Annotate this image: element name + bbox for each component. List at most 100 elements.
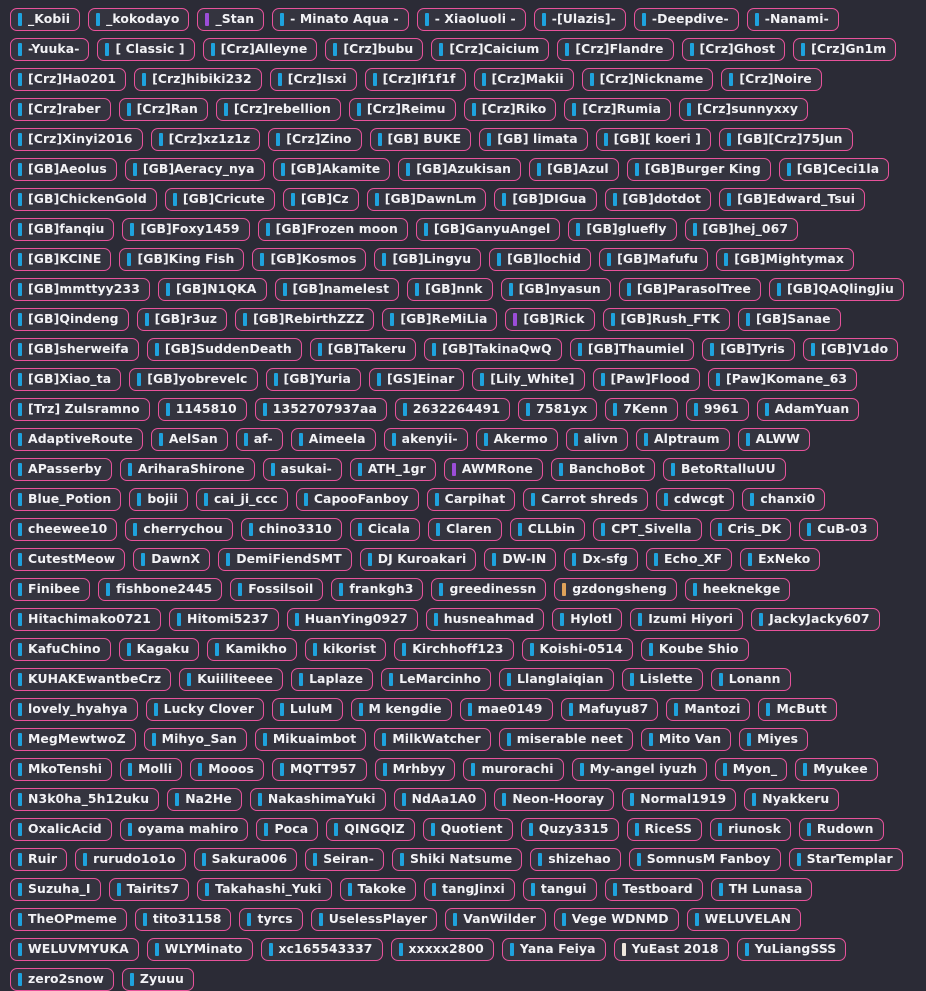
tag-chip[interactable]: [GB]sherweifa (10, 338, 139, 361)
tag-chip[interactable]: shizehao (530, 848, 621, 871)
tag-chip[interactable]: AriharaShirone (119, 458, 255, 481)
tag-chip[interactable]: [Crz]Ghost (681, 38, 786, 61)
tag-chip[interactable]: fishbone2445 (98, 578, 223, 601)
tag-chip[interactable]: gzdongsheng (554, 578, 677, 601)
tag-chip[interactable]: [GB] BUKE (369, 128, 472, 151)
tag-chip[interactable]: [Crz]Noire (721, 68, 822, 91)
tag-chip[interactable]: Quzy3315 (520, 818, 619, 841)
tag-chip[interactable]: Alptraum (635, 428, 730, 451)
tag-chip[interactable]: [Crz]bubu (325, 38, 424, 61)
tag-chip[interactable]: Mooos (190, 758, 264, 781)
tag-chip[interactable]: Koishi-0514 (521, 638, 633, 661)
tag-chip[interactable]: Mafuyu87 (560, 698, 659, 721)
tag-chip[interactable]: McButt (758, 698, 837, 721)
tag-chip[interactable]: riunosk (710, 818, 791, 841)
tag-chip[interactable]: [GB]Rush_FTK (602, 308, 730, 331)
tag-chip[interactable]: alivn (565, 428, 628, 451)
tag-chip[interactable]: [GB]Takeru (309, 338, 417, 361)
tag-chip[interactable]: [GB]Sanae (737, 308, 841, 331)
tag-chip[interactable]: [Paw]Flood (592, 368, 701, 391)
tag-chip[interactable]: Myukee (795, 758, 878, 781)
tag-chip[interactable]: WLYMinato (146, 938, 253, 961)
tag-chip[interactable]: [GB]Edward_Tsui (719, 188, 866, 211)
tag-chip[interactable]: Neon-Hooray (494, 788, 615, 811)
tag-chip[interactable]: [GB]Cz (282, 188, 359, 211)
tag-chip[interactable]: [Crz]Caicium (431, 38, 550, 61)
tag-chip[interactable]: [Crz]Gn1m (793, 38, 897, 61)
tag-chip[interactable]: SomnusM Fanboy (628, 848, 781, 871)
tag-chip[interactable]: mae0149 (459, 698, 553, 721)
tag-chip[interactable]: [GB] limata (479, 128, 588, 151)
tag-chip[interactable]: LeMarcinho (381, 668, 491, 691)
tag-chip[interactable]: Blue_Potion (10, 488, 122, 511)
tag-chip[interactable]: [Crz]Alleyne (202, 38, 318, 61)
tag-chip[interactable]: Suzuha_I (10, 878, 101, 901)
tag-chip[interactable]: LuluM (271, 698, 343, 721)
tag-chip[interactable]: WELUVMYUKA (10, 938, 139, 961)
tag-chip[interactable]: [GB]Tyris (702, 338, 795, 361)
tag-chip[interactable]: [GB]Cricute (164, 188, 275, 211)
tag-chip[interactable]: APasserby (10, 458, 112, 481)
tag-chip[interactable]: Hitachimako0721 (10, 608, 161, 631)
tag-chip[interactable]: [Trz] Zulsramno (10, 398, 150, 421)
tag-chip[interactable]: Hitomi5237 (169, 608, 279, 631)
tag-chip[interactable]: CuB-03 (799, 518, 878, 541)
tag-chip[interactable]: Mito Van (640, 728, 732, 751)
tag-chip[interactable]: MkoTenshi (10, 758, 113, 781)
tag-chip[interactable]: [GB]Kosmos (252, 248, 367, 271)
tag-chip[interactable]: [Crz]Isxi (269, 68, 357, 91)
tag-chip[interactable]: -[Ulazis]- (533, 8, 626, 31)
tag-chip[interactable]: Echo_XF (646, 548, 733, 571)
tag-chip[interactable]: Nyakkeru (744, 788, 840, 811)
tag-chip[interactable]: xxxxx2800 (390, 938, 494, 961)
tag-chip[interactable]: Llanglaiqian (498, 668, 614, 691)
tag-chip[interactable]: [GB]mmttyy233 (10, 278, 150, 301)
tag-chip[interactable]: _kokodayo (88, 8, 190, 31)
tag-chip[interactable]: Lucky Clover (145, 698, 264, 721)
tag-chip[interactable]: Lonann (710, 668, 791, 691)
tag-chip[interactable]: [GS]Einar (368, 368, 465, 391)
tag-chip[interactable]: [Crz]Riko (463, 98, 557, 121)
tag-chip[interactable]: DawnX (133, 548, 211, 571)
tag-chip[interactable]: cdwcgt (655, 488, 735, 511)
tag-chip[interactable]: Myon_ (714, 758, 788, 781)
tag-chip[interactable]: Mikuaimbot (254, 728, 367, 751)
tag-chip[interactable]: [GB]RebirthZZZ (235, 308, 375, 331)
tag-chip[interactable]: [GB]KCINE (10, 248, 112, 271)
tag-chip[interactable]: tangJinxi (424, 878, 515, 901)
tag-chip[interactable]: Rudown (798, 818, 884, 841)
tag-chip[interactable]: cherrychou (125, 518, 233, 541)
tag-chip[interactable]: Takahashi_Yuki (197, 878, 332, 901)
tag-chip[interactable]: Yana Feiya (501, 938, 606, 961)
tag-chip[interactable]: 1145810 (157, 398, 247, 421)
tag-chip[interactable]: YuLiangSSS (736, 938, 847, 961)
tag-chip[interactable]: [Crz]sunnyxxy (679, 98, 809, 121)
tag-chip[interactable]: [Paw]Komane_63 (708, 368, 858, 391)
tag-chip[interactable]: [GB]ReMiLia (382, 308, 498, 331)
tag-chip[interactable]: Izumi Hiyori (630, 608, 744, 631)
tag-chip[interactable]: oyama mahiro (119, 818, 249, 841)
tag-chip[interactable]: CutestMeow (10, 548, 126, 571)
tag-chip[interactable]: 7581yx (518, 398, 598, 421)
tag-chip[interactable]: RiceSS (626, 818, 703, 841)
tag-chip[interactable]: Mihyo_San (143, 728, 247, 751)
tag-chip[interactable]: JackyJacky607 (751, 608, 880, 631)
tag-chip[interactable]: [GB]Rick (505, 308, 595, 331)
tag-chip[interactable]: AelSan (150, 428, 228, 451)
tag-chip[interactable]: Testboard (604, 878, 703, 901)
tag-chip[interactable]: NakashimaYuki (249, 788, 386, 811)
tag-chip[interactable]: QINGQIZ (326, 818, 415, 841)
tag-chip[interactable]: [GB]Azul (529, 158, 619, 181)
tag-chip[interactable]: [GB]Burger King (626, 158, 771, 181)
tag-chip[interactable]: VanWilder (445, 908, 546, 931)
tag-chip[interactable]: Hylotl (552, 608, 623, 631)
tag-chip[interactable]: Carpihat (426, 488, 516, 511)
tag-chip[interactable]: Miyes (739, 728, 809, 751)
tag-chip[interactable]: [GB]lochid (489, 248, 592, 271)
tag-chip[interactable]: [Crz]Rumia (564, 98, 672, 121)
tag-chip[interactable]: Tairits7 (108, 878, 190, 901)
tag-chip[interactable]: BanchoBot (550, 458, 655, 481)
tag-chip[interactable]: - Minato Aqua - (272, 8, 409, 31)
tag-chip[interactable]: [GB]yobrevelc (129, 368, 258, 391)
tag-chip[interactable]: Aimeela (290, 428, 376, 451)
